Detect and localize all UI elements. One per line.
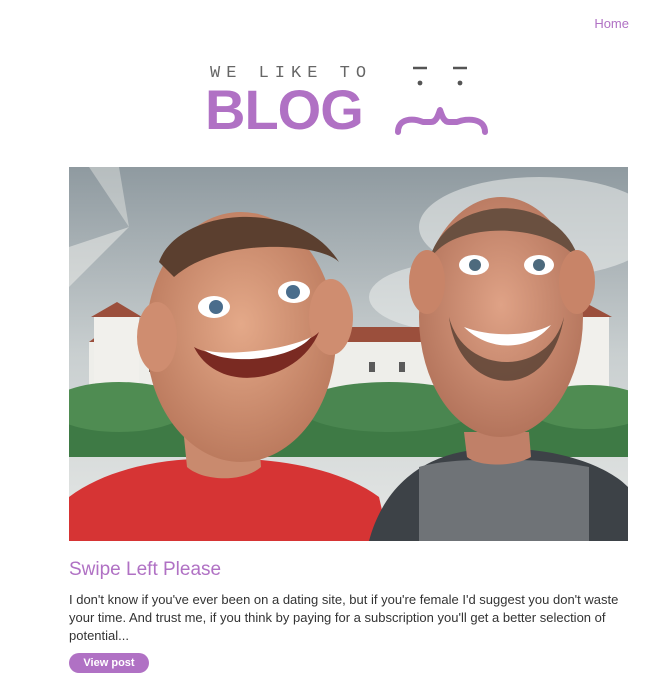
smiley-face-icon bbox=[395, 66, 488, 135]
view-post-button[interactable]: View post bbox=[69, 653, 149, 673]
post-hero-image[interactable] bbox=[69, 167, 628, 541]
site-logo[interactable]: WE LIKE TO BLOG bbox=[205, 60, 495, 145]
post-title[interactable]: Swipe Left Please bbox=[69, 559, 221, 581]
post-excerpt: I don't know if you've ever been on a da… bbox=[69, 592, 619, 643]
nav-home-link[interactable]: Home bbox=[594, 16, 629, 31]
logo-wordmark: BLOG bbox=[205, 78, 364, 141]
